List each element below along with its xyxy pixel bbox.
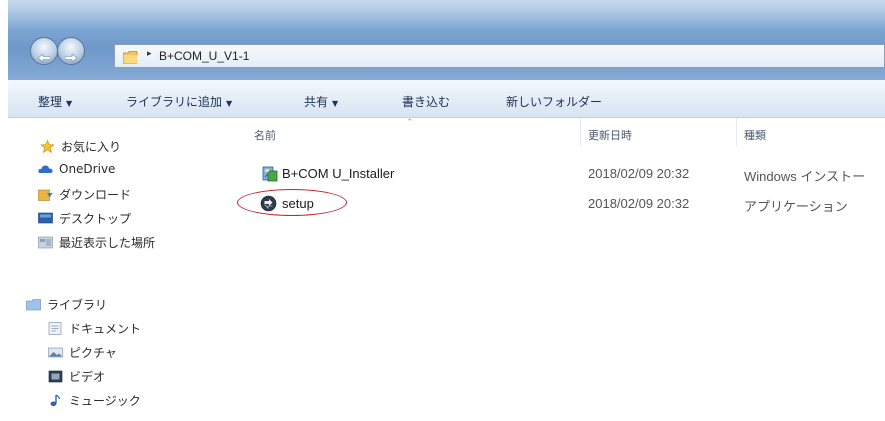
nav-libraries-label: ライブラリ [47, 298, 108, 312]
nav-item-label: ダウンロード [59, 188, 132, 202]
nav-item-label: ピクチャ [69, 346, 117, 360]
organize-label: 整理 [38, 95, 63, 109]
nav-item-label: デスクトップ [59, 212, 132, 226]
add-to-library-caret-icon: ▼ [226, 99, 233, 108]
folder-icon [122, 49, 138, 64]
highlight-annotation [237, 189, 347, 216]
address-path[interactable]: B+COM_U_V1-1 [159, 49, 249, 63]
nav-item-videos[interactable]: ビデオ [48, 368, 105, 388]
file-type: アプリケーション [744, 199, 848, 214]
file-date: 2018/02/09 20:32 [588, 196, 690, 211]
command-toolbar: 整理 ▼ ライブラリに追加 ▼ 共有 ▼ 書き込む 新しいフォルダー [8, 80, 885, 118]
nav-item-pictures[interactable]: ピクチャ [48, 344, 117, 364]
add-to-library-menu[interactable]: ライブラリに追加 ▼ [126, 93, 232, 110]
pictures-icon [48, 346, 63, 359]
nav-item-downloads[interactable]: ダウンロード [38, 186, 131, 206]
file-row[interactable]: B+COM U_Installer 2018/02/09 20:32 Windo… [232, 161, 885, 185]
file-type: Windows インストー [744, 169, 866, 184]
videos-icon [48, 370, 63, 383]
share-caret-icon: ▼ [332, 99, 339, 108]
column-header-type[interactable]: 種類 [744, 127, 766, 143]
music-note-icon [48, 394, 63, 407]
nav-item-documents[interactable]: ドキュメント [48, 320, 141, 340]
cloud-icon [38, 162, 53, 175]
back-button[interactable] [30, 37, 58, 65]
navigation-pane: お気に入り OneDrive ダウンロード デスクトップ 最近表示した場所 ライ… [8, 118, 232, 421]
nav-favorites-label: お気に入り [61, 140, 122, 154]
forward-arrow-icon [64, 47, 78, 63]
back-arrow-icon [37, 47, 51, 63]
forward-button[interactable] [57, 37, 85, 65]
add-to-library-label: ライブラリに追加 [126, 95, 223, 109]
nav-item-desktop[interactable]: デスクトップ [38, 210, 131, 230]
nav-item-label: ミュージック [69, 394, 141, 408]
nav-item-label: ビデオ [69, 370, 106, 384]
organize-menu[interactable]: 整理 ▼ [38, 93, 72, 110]
column-divider[interactable] [580, 118, 581, 146]
burn-label: 書き込む [402, 95, 451, 109]
nav-item-onedrive[interactable]: OneDrive [38, 162, 115, 182]
file-name[interactable]: B+COM U_Installer [282, 166, 394, 181]
share-menu[interactable]: 共有 ▼ [304, 93, 338, 110]
nav-libraries[interactable]: ライブラリ [26, 296, 107, 316]
sort-indicator-icon: ⌃ [406, 118, 414, 128]
star-icon [40, 139, 55, 154]
share-label: 共有 [304, 95, 329, 109]
nav-item-label: OneDrive [59, 162, 116, 176]
downloads-folder-icon [38, 188, 53, 201]
new-folder-label: 新しいフォルダー [506, 95, 603, 109]
nav-favorites[interactable]: お気に入り [40, 138, 121, 158]
library-icon [26, 298, 41, 311]
desktop-icon [38, 212, 53, 225]
file-list-pane: 名前 ⌃ 更新日時 種類 B+COM U_Installer 2018/02/0… [232, 118, 885, 421]
file-date: 2018/02/09 20:32 [588, 166, 690, 181]
documents-icon [48, 322, 63, 335]
explorer-window: ▸ B+COM_U_V1-1 整理 ▼ ライブラリに追加 ▼ 共有 ▼ 書き込む 新し… [0, 0, 885, 421]
burn-button[interactable]: 書き込む [402, 93, 450, 110]
title-bar: ▸ B+COM_U_V1-1 [8, 0, 885, 80]
column-divider[interactable] [736, 118, 737, 146]
file-row[interactable]: setup 2018/02/09 20:32 アプリケーション [232, 189, 885, 216]
nav-item-label: 最近表示した場所 [59, 236, 156, 250]
recent-places-icon [38, 236, 53, 249]
column-header-name[interactable]: 名前 [254, 127, 276, 143]
address-separator-icon[interactable]: ▸ [147, 49, 152, 59]
address-bar[interactable]: ▸ B+COM_U_V1-1 [114, 44, 885, 68]
new-folder-button[interactable]: 新しいフォルダー [506, 93, 602, 110]
installer-icon [262, 165, 279, 185]
nav-item-recent-places[interactable]: 最近表示した場所 [38, 234, 155, 254]
column-header-date[interactable]: 更新日時 [588, 127, 632, 143]
organize-caret-icon: ▼ [66, 99, 73, 108]
nav-item-music[interactable]: ミュージック [48, 392, 141, 412]
nav-item-label: ドキュメント [69, 322, 142, 336]
